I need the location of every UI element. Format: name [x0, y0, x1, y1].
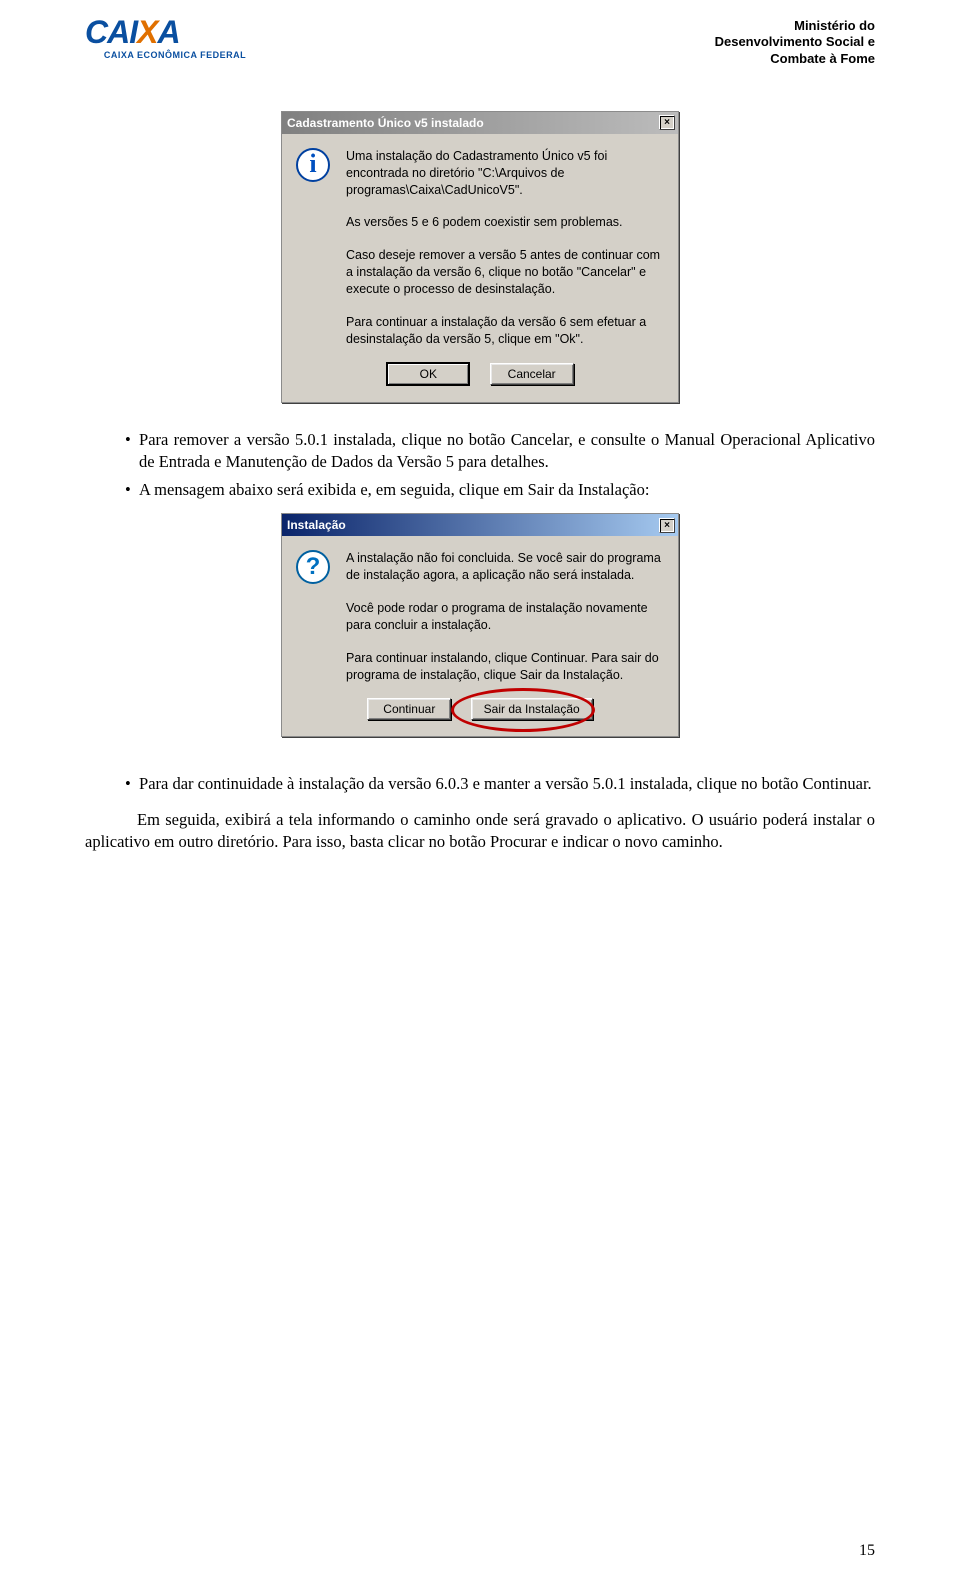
paragraph-text: Em seguida, exibirá a tela informando o …	[85, 809, 875, 854]
dialog2-titlebar: Instalação ×	[282, 514, 678, 536]
dialog2-text: A instalação não foi concluida. Se você …	[346, 550, 662, 689]
cancel-button[interactable]: Cancelar	[490, 363, 574, 385]
bullet-1-text: Para remover a versão 5.0.1 instalada, c…	[139, 429, 875, 474]
page-header: CAIXA CAIXA ECONÔMICA FEDERAL Ministério…	[85, 18, 875, 67]
logo-subtitle: CAIXA ECONÔMICA FEDERAL	[85, 50, 265, 60]
ok-button[interactable]: OK	[386, 362, 470, 386]
bullet-marker: •	[85, 773, 139, 795]
body-text-2: • Para dar continuidade à instalação da …	[85, 773, 875, 854]
dialog-cadastramento: Cadastramento Único v5 instalado × Uma i…	[281, 111, 679, 403]
bullet-marker: •	[85, 429, 139, 474]
close-icon[interactable]: ×	[659, 518, 675, 533]
dialog1-text: Uma instalação do Cadastramento Único v5…	[346, 148, 662, 354]
bullet-marker: •	[85, 479, 139, 501]
exit-install-button[interactable]: Sair da Instalação	[471, 698, 593, 720]
ministry-line-3: Combate à Fome	[715, 51, 875, 67]
dialog2-title: Instalação	[285, 518, 346, 532]
dialog1-title: Cadastramento Único v5 instalado	[285, 116, 484, 130]
dialog1-p2: As versões 5 e 6 podem coexistir sem pro…	[346, 214, 662, 231]
dialog2-p2: Você pode rodar o programa de instalação…	[346, 600, 662, 634]
question-icon	[296, 550, 332, 689]
ministry-line-2: Desenvolvimento Social e	[715, 34, 875, 50]
bullet-3-text: Para dar continuidade à instalação da ve…	[139, 773, 875, 795]
dialog2-p3: Para continuar instalando, clique Contin…	[346, 650, 662, 684]
bullet-2-text: A mensagem abaixo será exibida e, em seg…	[139, 479, 875, 501]
ministry-line-1: Ministério do	[715, 18, 875, 34]
dialog1-p4: Para continuar a instalação da versão 6 …	[346, 314, 662, 348]
caixa-logo: CAIXA	[85, 18, 265, 47]
dialog1-titlebar: Cadastramento Único v5 instalado ×	[282, 112, 678, 134]
ministry-text: Ministério do Desenvolvimento Social e C…	[715, 18, 875, 67]
dialog2-p1: A instalação não foi concluida. Se você …	[346, 550, 662, 584]
dialog-instalacao: Instalação × A instalação não foi conclu…	[281, 513, 679, 736]
body-text-1: • Para remover a versão 5.0.1 instalada,…	[85, 429, 875, 502]
logo-block: CAIXA CAIXA ECONÔMICA FEDERAL	[85, 18, 265, 60]
info-icon	[296, 148, 332, 354]
page-number: 15	[859, 1542, 875, 1560]
continue-button[interactable]: Continuar	[367, 698, 451, 720]
dialog1-p3: Caso deseje remover a versão 5 antes de …	[346, 247, 662, 298]
dialog1-p1: Uma instalação do Cadastramento Único v5…	[346, 148, 662, 199]
close-icon[interactable]: ×	[659, 115, 675, 130]
